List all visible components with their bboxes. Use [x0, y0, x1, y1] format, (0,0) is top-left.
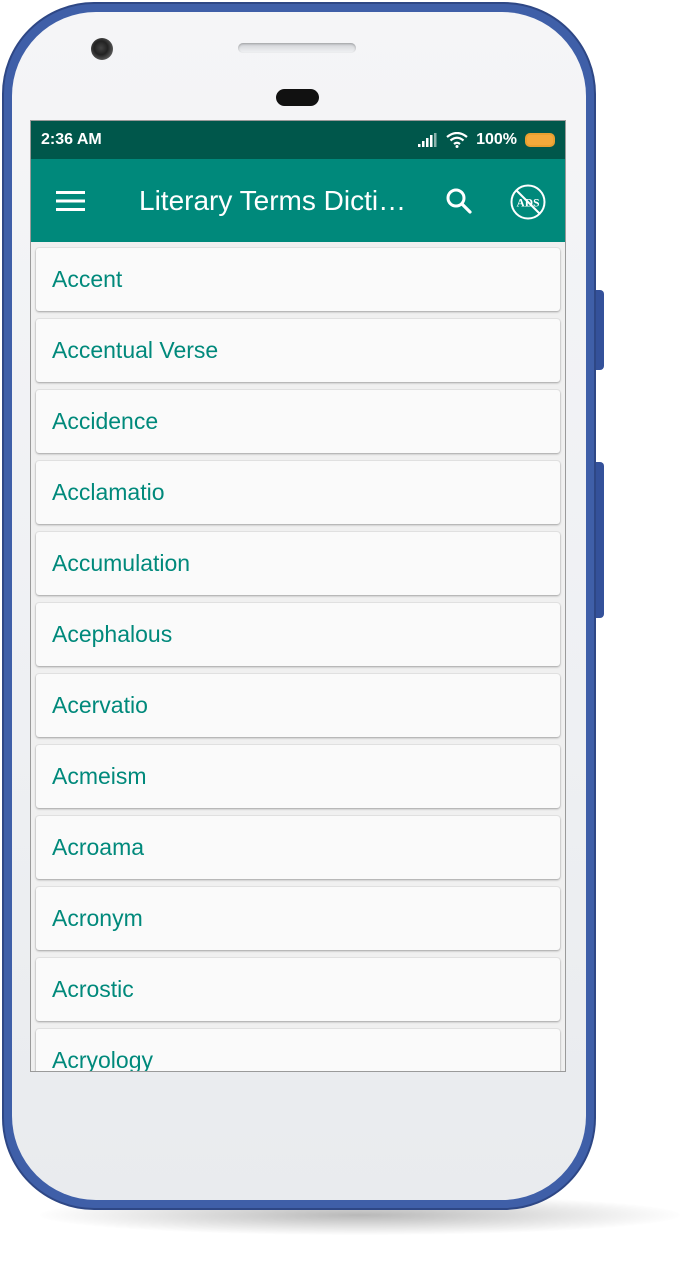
battery-percent: 100% — [476, 131, 517, 148]
term-label: Accent — [52, 266, 123, 292]
remove-ads-button[interactable]: ADS — [507, 181, 549, 223]
status-icons: 100% — [418, 131, 555, 149]
search-button[interactable] — [439, 181, 479, 221]
term-label: Acmeism — [52, 763, 147, 789]
list-item[interactable]: Acclamatio — [36, 461, 560, 524]
terms-list: Accent Accentual Verse Accidence Acclama… — [31, 242, 565, 1072]
list-item[interactable]: Acrostic — [36, 958, 560, 1021]
term-label: Accidence — [52, 408, 159, 434]
term-label: Acronym — [52, 905, 143, 931]
volume-button — [596, 290, 604, 370]
list-item[interactable]: Acronym — [36, 887, 560, 950]
proximity-sensor — [276, 89, 319, 106]
term-label: Acroama — [52, 834, 145, 860]
list-item[interactable]: Accumulation — [36, 532, 560, 595]
menu-button[interactable] — [31, 159, 111, 242]
status-time: 2:36 AM — [41, 131, 102, 148]
wifi-icon — [446, 132, 468, 148]
no-ads-icon: ADS — [510, 184, 546, 220]
hamburger-menu-icon — [56, 190, 85, 211]
term-label: Acervatio — [52, 692, 148, 718]
earpiece-speaker — [238, 43, 356, 53]
search-icon — [446, 188, 472, 214]
signal-icon — [418, 133, 437, 147]
front-camera — [91, 38, 113, 60]
term-label: Accumulation — [52, 550, 191, 576]
list-item[interactable]: Acryology — [36, 1029, 560, 1072]
app-bar: Literary Terms Dictionary ADS — [31, 159, 565, 242]
term-label: Accentual Verse — [52, 337, 219, 363]
ads-label: ADS — [516, 198, 539, 210]
list-item[interactable]: Acephalous — [36, 603, 560, 666]
power-button — [596, 462, 604, 618]
list-item[interactable]: Accent — [36, 248, 560, 311]
term-label: Acephalous — [52, 621, 173, 647]
list-item[interactable]: Acroama — [36, 816, 560, 879]
list-item[interactable]: Accentual Verse — [36, 319, 560, 382]
term-label: Acclamatio — [52, 479, 165, 505]
page-title: Literary Terms Dictionary — [139, 185, 411, 216]
list-item[interactable]: Accidence — [36, 390, 560, 453]
term-label: Acryology — [52, 1047, 153, 1072]
phone-screen: 2:36 AM 100% Literary Terms Diction ADS … — [30, 120, 566, 1072]
term-label: Acrostic — [52, 976, 134, 1002]
battery-icon — [525, 133, 555, 147]
status-bar: 2:36 AM 100% — [31, 121, 565, 159]
list-item[interactable]: Acervatio — [36, 674, 560, 737]
list-item[interactable]: Acmeism — [36, 745, 560, 808]
